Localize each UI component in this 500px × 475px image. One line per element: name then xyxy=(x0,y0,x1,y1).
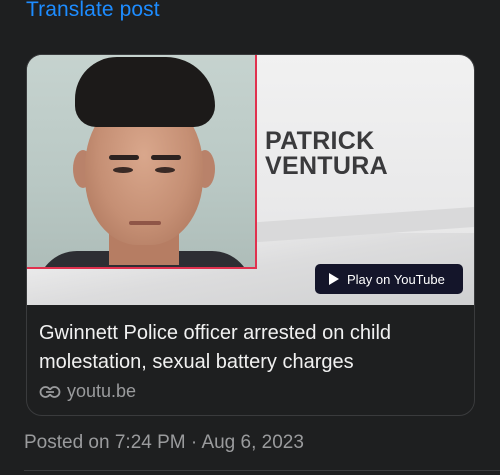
video-thumbnail[interactable]: PATRICK VENTURA Play on YouTube xyxy=(27,55,474,305)
thumbnail-name-line-1: PATRICK xyxy=(265,127,375,155)
link-preview-card[interactable]: PATRICK VENTURA Play on YouTube Gwinnett… xyxy=(26,54,475,416)
play-on-youtube-label: Play on YouTube xyxy=(347,271,445,287)
mugshot-brow-left xyxy=(109,155,139,160)
thumbnail-name-line-2: VENTURA xyxy=(265,152,388,180)
link-domain-row[interactable]: youtu.be xyxy=(39,381,136,402)
mugshot-eye-left xyxy=(113,167,133,173)
link-icon xyxy=(39,385,61,398)
mugshot-image xyxy=(27,55,257,269)
mugshot-eye-right xyxy=(155,167,175,173)
link-domain: youtu.be xyxy=(67,381,137,401)
mugshot-hair xyxy=(75,57,215,127)
mugshot-brow-right xyxy=(151,155,181,160)
translate-post-link[interactable]: Translate post xyxy=(26,0,160,22)
divider xyxy=(24,470,500,471)
link-title[interactable]: Gwinnett Police officer arrested on chil… xyxy=(39,319,459,377)
play-on-youtube-button[interactable]: Play on YouTube xyxy=(315,264,463,294)
post-timestamp: Posted on 7:24 PM · Aug 6, 2023 xyxy=(24,432,304,453)
play-icon xyxy=(329,273,339,285)
mugshot-mouth xyxy=(129,221,161,225)
